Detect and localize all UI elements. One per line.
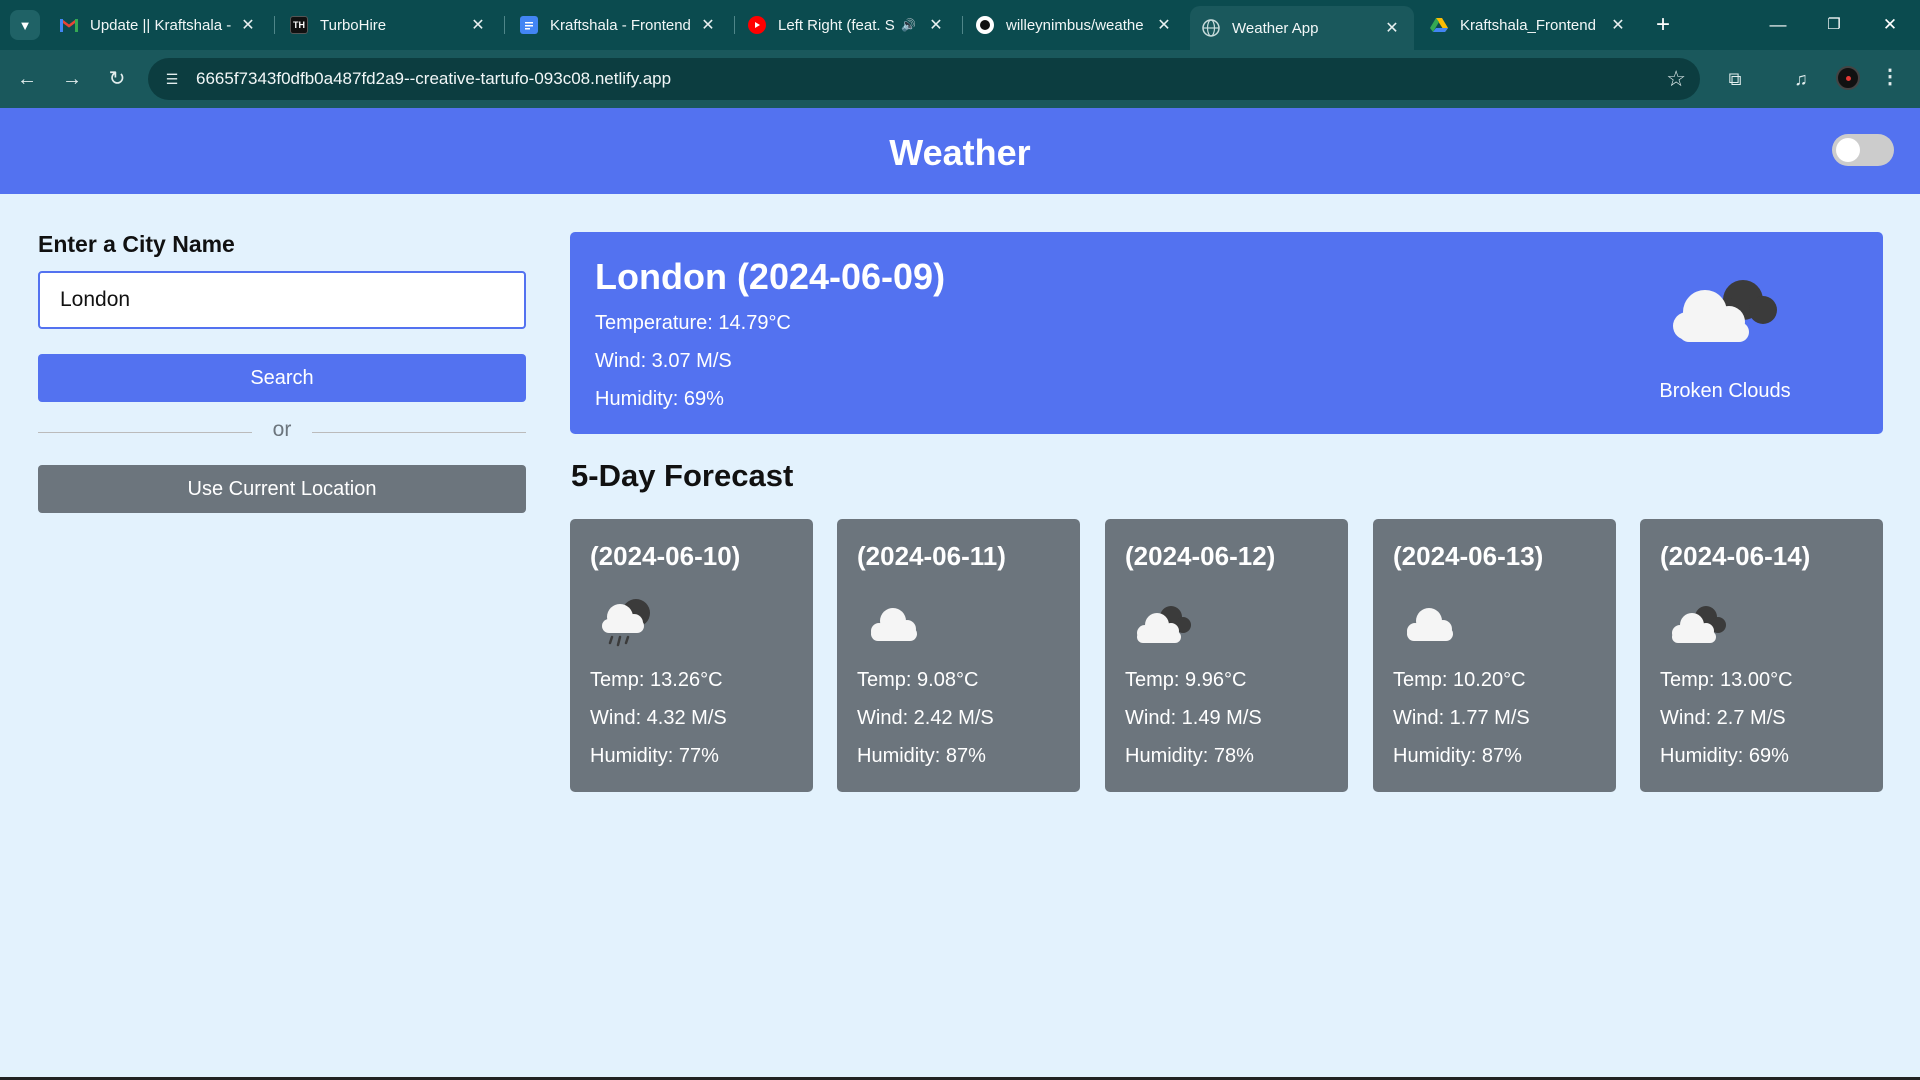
forecast-date: (2024-06-11) (857, 541, 1006, 571)
current-humidity: Humidity: 69% (595, 388, 724, 410)
divider-line (312, 432, 526, 433)
current-city-date: London (2024-06-09) (595, 256, 946, 297)
forecast-card: (2024-06-10) Temp: 13.26°C Wind: 4.32 M/… (570, 519, 813, 792)
forecast-wind: Wind: 4.32 M/S (590, 707, 727, 729)
close-tab-icon[interactable]: ✕ (926, 15, 946, 35)
tab-github[interactable]: willeynimbus/weathe ✕ (964, 8, 1186, 42)
forecast-temp: Temp: 9.08°C (857, 669, 979, 691)
browser-toolbar: ← → ↻ ☰ 6665f7343f0dfb0a487fd2a9--creati… (0, 50, 1920, 108)
forecast-card: (2024-06-13) Temp: 10.20°C Wind: 1.77 M/… (1373, 519, 1616, 792)
media-controls-icon[interactable]: ♫ (1786, 64, 1816, 94)
site-settings-icon[interactable]: ☰ (162, 69, 182, 89)
forecast-card: (2024-06-14) Temp: 13.00°C Wind: 2.7 M/S… (1640, 519, 1883, 792)
tab-docs[interactable]: Kraftshala - Frontend ✕ (508, 8, 730, 42)
broken-clouds-icon (1673, 280, 1777, 342)
window-close-icon[interactable]: ✕ (1870, 10, 1910, 40)
tab-drive[interactable]: Kraftshala_Frontend ✕ (1418, 8, 1640, 42)
profile-avatar[interactable] (1836, 66, 1860, 90)
forecast-wind: Wind: 2.7 M/S (1660, 707, 1786, 729)
tab-divider (274, 16, 275, 34)
forecast-heading: 5-Day Forecast (571, 458, 794, 493)
dark-mode-toggle[interactable] (1832, 134, 1894, 166)
toggle-knob (1836, 138, 1860, 162)
forecast-temp: Temp: 10.20°C (1393, 669, 1526, 691)
restore-icon[interactable]: ❐ (1814, 10, 1854, 40)
url-text[interactable]: 6665f7343f0dfb0a487fd2a9--creative-tartu… (196, 69, 671, 89)
extensions-puzzle-icon[interactable]: ⧉ (1720, 64, 1750, 94)
turbohire-icon: TH (290, 16, 308, 34)
forecast-date: (2024-06-14) (1660, 541, 1811, 571)
browser-tab-strip: ▼ Update || Kraftshala - ✕ TH TurboHire … (0, 0, 1920, 50)
tab-divider (504, 16, 505, 34)
forecast-humidity: Humidity: 78% (1125, 745, 1254, 767)
gmail-icon (60, 16, 78, 34)
tab-turbohire[interactable]: TH TurboHire ✕ (278, 8, 500, 42)
forecast-humidity: Humidity: 69% (1660, 745, 1789, 767)
forecast-wind: Wind: 1.77 M/S (1393, 707, 1530, 729)
forecast-humidity: Humidity: 77% (590, 745, 719, 767)
tab-search-chevron-icon[interactable]: ▼ (10, 10, 40, 40)
close-tab-icon[interactable]: ✕ (238, 15, 258, 35)
close-tab-icon[interactable]: ✕ (1608, 15, 1628, 35)
current-weather-card: London (2024-06-09) Temperature: 14.79°C… (570, 232, 1883, 434)
minimize-icon[interactable]: — (1758, 10, 1798, 40)
rain-icon (602, 599, 650, 647)
close-tab-icon[interactable]: ✕ (698, 15, 718, 35)
speaker-icon[interactable]: 🔊 (901, 18, 916, 32)
reload-icon[interactable]: ↻ (102, 64, 132, 94)
page-title: Weather (889, 132, 1031, 173)
tab-youtube-music[interactable]: Left Right (feat. S 🔊 ✕ (736, 8, 958, 42)
city-input-label: Enter a City Name (38, 231, 235, 257)
forward-arrow-icon[interactable]: → (57, 64, 87, 94)
back-arrow-icon[interactable]: ← (12, 64, 42, 94)
close-tab-icon[interactable]: ✕ (1382, 18, 1402, 38)
cloud-icon (1407, 608, 1453, 641)
app-header: Weather (0, 108, 1920, 194)
use-current-location-button[interactable]: Use Current Location (38, 465, 526, 513)
tab-divider (962, 16, 963, 34)
forecast-card: (2024-06-12) Temp: 9.96°C Wind: 1.49 M/S… (1105, 519, 1348, 792)
tab-weather-app[interactable]: Weather App ✕ (1190, 6, 1414, 50)
forecast-date: (2024-06-10) (590, 541, 741, 571)
browser-menu-icon[interactable]: ⋮ (1880, 64, 1900, 89)
forecast-temp: Temp: 13.26°C (590, 669, 723, 691)
forecast-temp: Temp: 13.00°C (1660, 669, 1793, 691)
current-temperature: Temperature: 14.79°C (595, 312, 791, 334)
forecast-card: (2024-06-11) Temp: 9.08°C Wind: 2.42 M/S… (837, 519, 1080, 792)
new-tab-plus-icon[interactable]: + (1652, 12, 1674, 38)
divider-line (38, 432, 252, 433)
docs-icon (520, 16, 538, 34)
forecast-humidity: Humidity: 87% (857, 745, 986, 767)
broken-clouds-icon (1137, 606, 1191, 643)
search-button[interactable]: Search (38, 354, 526, 402)
forecast-temp: Temp: 9.96°C (1125, 669, 1247, 691)
tab-gmail[interactable]: Update || Kraftshala - ✕ (48, 8, 270, 42)
drive-icon (1430, 16, 1448, 34)
city-search-input[interactable] (38, 271, 526, 329)
current-wind: Wind: 3.07 M/S (595, 350, 732, 372)
address-bar[interactable]: ☰ 6665f7343f0dfb0a487fd2a9--creative-tar… (148, 58, 1700, 100)
cloud-icon (871, 608, 917, 641)
forecast-humidity: Humidity: 87% (1393, 745, 1522, 767)
bookmark-star-icon[interactable]: ☆ (1666, 66, 1686, 92)
close-tab-icon[interactable]: ✕ (468, 15, 488, 35)
globe-icon (1202, 19, 1220, 37)
broken-clouds-icon (1672, 606, 1726, 643)
forecast-wind: Wind: 1.49 M/S (1125, 707, 1262, 729)
tab-divider (734, 16, 735, 34)
forecast-date: (2024-06-12) (1125, 541, 1276, 571)
weather-description: Broken Clouds (1659, 380, 1791, 402)
or-divider-text: or (272, 418, 292, 441)
github-icon (976, 16, 994, 34)
forecast-wind: Wind: 2.42 M/S (857, 707, 994, 729)
close-tab-icon[interactable]: ✕ (1154, 15, 1174, 35)
youtube-music-icon (748, 16, 766, 34)
forecast-date: (2024-06-13) (1393, 541, 1544, 571)
